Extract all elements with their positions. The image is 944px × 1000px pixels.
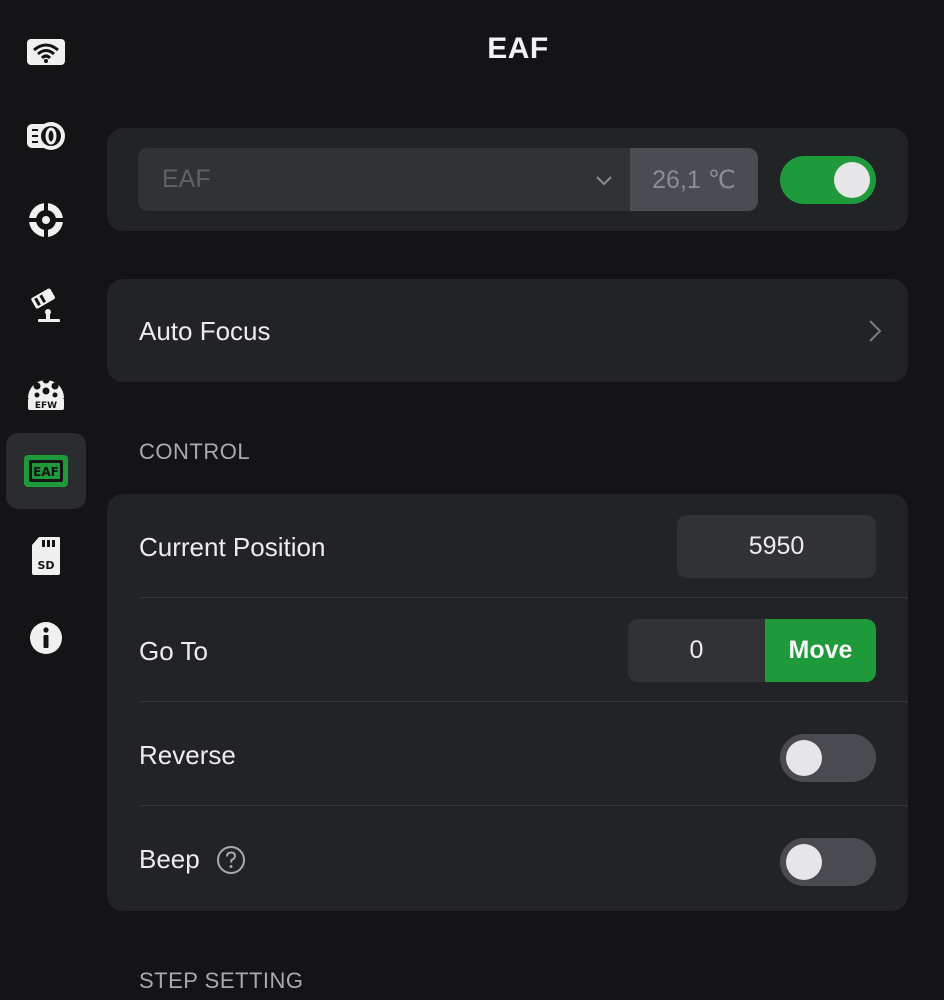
wifi-icon <box>27 39 65 65</box>
current-position-value: 5950 <box>677 515 876 578</box>
auto-focus-label: Auto Focus <box>139 316 271 346</box>
crosshair-icon <box>27 201 65 239</box>
efw-icon-text: EFW <box>35 401 57 410</box>
toggle-knob <box>786 844 822 880</box>
device-enable-toggle[interactable] <box>780 156 876 204</box>
device-card: EAF 26,1 ℃ <box>107 128 908 231</box>
sd-card-icon: SD <box>32 537 60 575</box>
section-label-control: CONTROL <box>139 439 251 464</box>
sidebar-item-info[interactable] <box>6 600 86 676</box>
sidebar-item-target[interactable] <box>6 182 86 258</box>
help-icon[interactable] <box>216 845 246 875</box>
reverse-toggle[interactable] <box>780 734 876 782</box>
eaf-icon: EAF <box>24 455 68 487</box>
sidebar-item-efw[interactable]: EFW <box>6 350 86 426</box>
eaf-icon-text: EAF <box>33 465 59 479</box>
beep-toggle[interactable] <box>780 838 876 886</box>
page-title: EAF <box>487 32 549 65</box>
goto-label: Go To <box>139 636 208 666</box>
reverse-row: Reverse <box>107 702 908 806</box>
move-button[interactable]: Move <box>765 619 876 682</box>
auto-focus-row[interactable]: Auto Focus <box>107 279 908 382</box>
temperature-display: 26,1 ℃ <box>630 148 758 211</box>
goto-row: Go To 0 Move <box>107 598 908 702</box>
toggle-knob <box>786 740 822 776</box>
device-select-value: EAF <box>162 165 211 193</box>
chevron-down-icon <box>596 176 612 186</box>
beep-label-wrap: Beep <box>139 844 246 875</box>
chevron-right-icon <box>869 320 882 342</box>
sidebar-item-mount[interactable] <box>6 266 86 342</box>
current-position-label: Current Position <box>139 532 326 562</box>
current-position-row: Current Position 5950 <box>107 494 908 598</box>
control-card: Current Position 5950 Go To 0 Move Rever… <box>107 494 908 911</box>
sidebar-item-wifi[interactable] <box>6 14 86 90</box>
sidebar-item-eaf[interactable]: EAF <box>6 433 86 509</box>
goto-input[interactable]: 0 <box>628 619 765 682</box>
sidebar-item-sd[interactable]: SD <box>6 518 86 594</box>
info-icon <box>30 622 62 654</box>
sidebar-item-camera[interactable] <box>6 98 86 174</box>
toggle-knob <box>834 162 870 198</box>
reverse-label: Reverse <box>139 740 236 770</box>
beep-row: Beep <box>107 806 908 910</box>
device-select[interactable]: EAF <box>138 148 630 211</box>
filter-wheel-icon: EFW <box>28 376 64 410</box>
sidebar: EFW EAF SD <box>0 0 92 1000</box>
telescope-mount-icon <box>31 288 60 322</box>
section-label-step-setting: STEP SETTING <box>139 968 304 993</box>
sd-icon-text: SD <box>37 559 54 572</box>
beep-label: Beep <box>139 844 200 874</box>
eaf-settings-screen: EFW EAF SD EAF EAF 26,1 ℃ Auto Focus CON… <box>0 0 944 1000</box>
camera-icon <box>27 122 65 150</box>
